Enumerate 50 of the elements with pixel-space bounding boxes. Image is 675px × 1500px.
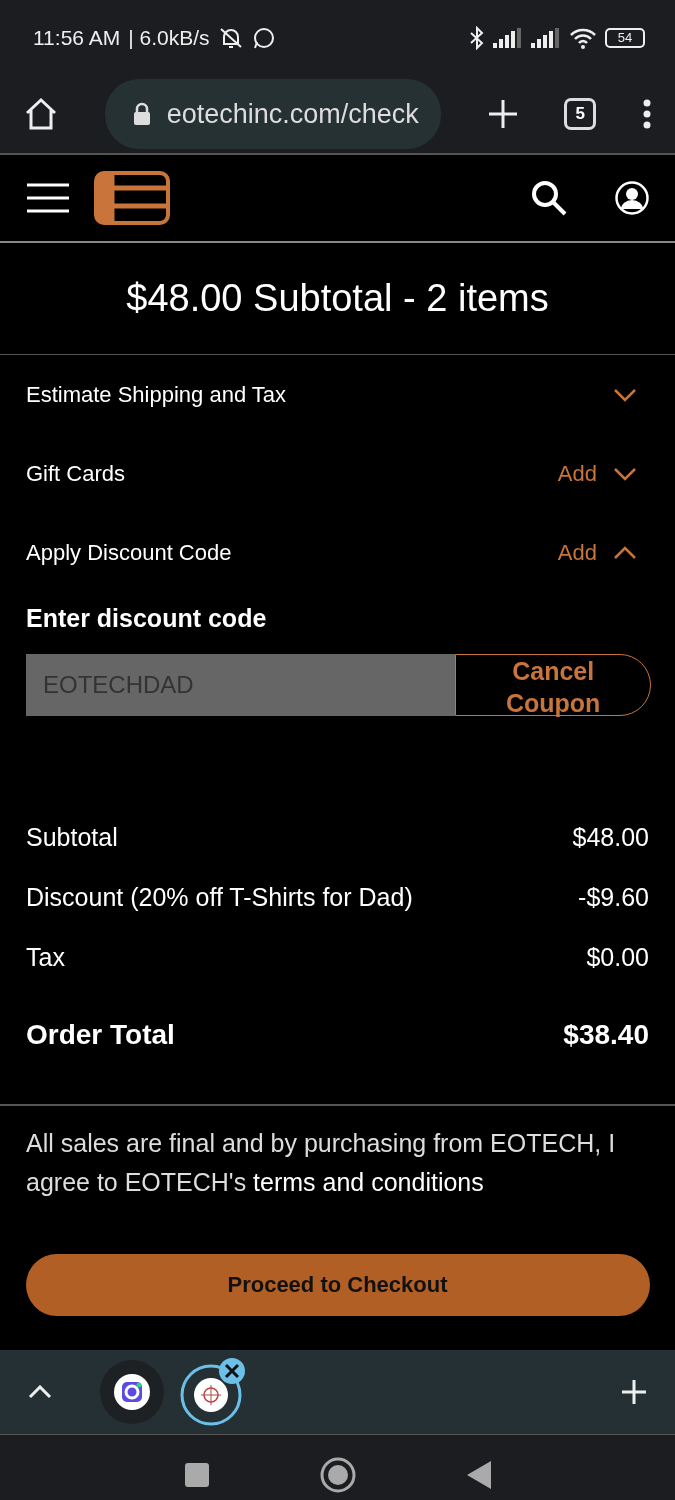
search-icon[interactable] (531, 180, 567, 216)
chat-icon (251, 25, 276, 50)
crosshair-tab-icon[interactable] (180, 1356, 248, 1427)
plus-icon[interactable] (487, 99, 518, 129)
chevron-up-icon (613, 545, 637, 560)
clock: 11:56 AM (33, 24, 121, 51)
total-label: Tax (26, 941, 65, 973)
subtotal-heading: $48.00 Subtotal - 2 items (126, 276, 549, 321)
signal-icon (531, 27, 561, 48)
more-menu-icon[interactable] (643, 99, 651, 129)
chevron-down-icon (613, 466, 637, 481)
battery-indicator: 54 (605, 27, 645, 48)
url-text: eotechinc.com/check (166, 97, 419, 131)
bluetooth-icon (469, 25, 485, 50)
network-speed: | 6.0kB/s (128, 24, 210, 51)
section-title: Estimate Shipping and Tax (26, 381, 287, 409)
total-amount: $38.40 (563, 1017, 649, 1052)
add-link[interactable]: Add (557, 536, 597, 569)
app-tab-icon[interactable] (100, 1359, 164, 1424)
account-icon[interactable] (615, 181, 649, 215)
menu-icon[interactable] (26, 183, 70, 213)
terms-text: All sales are final and by purchasing from EOTECH, I agree to EOTECH's terms and conditions (26, 1127, 617, 1198)
total-label: Discount (20% off T-Shirts for Dad) (26, 881, 413, 913)
checkout-button[interactable]: Proceed to Checkout (25, 1253, 650, 1316)
total-amount: $0.00 (586, 941, 649, 973)
accordion-header[interactable]: Estimate Shipping and Tax (0, 355, 675, 434)
address-bar[interactable]: eotechinc.com/check (104, 79, 441, 149)
chevron-up-icon[interactable] (28, 1384, 52, 1399)
section-title: Gift Cards (26, 460, 126, 488)
total-amount: $48.00 (572, 821, 649, 853)
lock-icon (132, 102, 151, 126)
recents-button-icon[interactable] (183, 1461, 210, 1488)
tab-count-button[interactable]: 5 (564, 98, 597, 130)
accordion-header[interactable]: Gift Cards Add (0, 434, 675, 513)
total-label: Subtotal (26, 821, 118, 853)
section-title: Apply Discount Code (26, 539, 232, 567)
home-icon[interactable] (24, 97, 58, 131)
total-amount: -$9.60 (578, 881, 649, 913)
accordion-header[interactable]: Apply Discount Code Add (0, 513, 675, 592)
home-button-icon[interactable] (319, 1456, 356, 1493)
plus-icon[interactable] (621, 1378, 647, 1405)
chevron-down-icon (613, 387, 637, 402)
signal-icon (493, 27, 523, 48)
terms-link[interactable]: terms and conditions (253, 1167, 484, 1196)
wifi-icon (569, 26, 597, 49)
back-button-icon[interactable] (465, 1459, 492, 1490)
total-label: Order Total (26, 1017, 175, 1052)
add-link[interactable]: Add (557, 457, 597, 490)
logo-icon[interactable] (94, 171, 170, 225)
field-label: Enter discount code (26, 603, 268, 634)
